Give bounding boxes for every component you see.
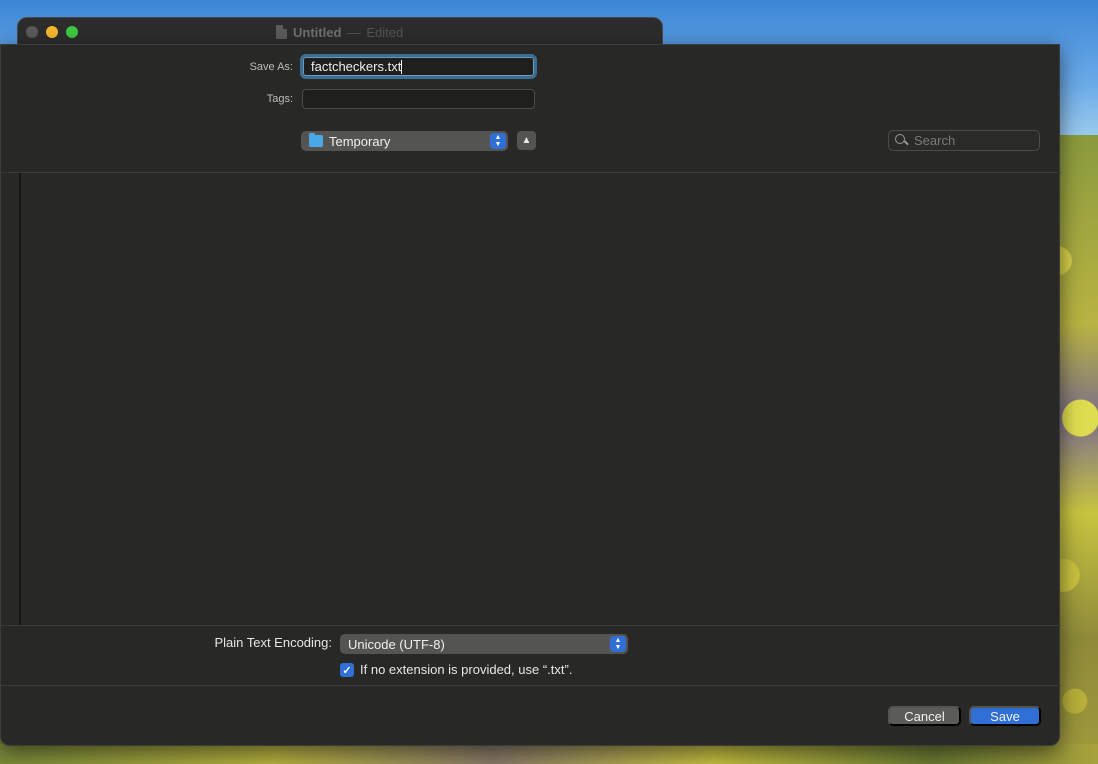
minimize-window-button[interactable] (46, 26, 58, 38)
cancel-button[interactable]: Cancel (888, 706, 961, 726)
tags-field[interactable] (302, 89, 535, 109)
save-as-value: factcheckers.txt (311, 59, 402, 74)
updown-chevron-icon: ▲ ▼ (490, 133, 506, 149)
encoding-value: Unicode (UTF-8) (348, 636, 445, 652)
window-title-separator: — (347, 24, 361, 40)
extension-checkbox[interactable]: ✓ (340, 663, 354, 677)
save-as-label: Save As: (249, 61, 293, 73)
file-browser[interactable] (1, 173, 1059, 625)
encoding-label: Plain Text Encoding: (214, 635, 332, 650)
options-divider (1, 685, 1061, 686)
save-as-field[interactable]: factcheckers.txt (300, 54, 537, 79)
location-popup[interactable]: Temporary ▲ ▼ (301, 131, 508, 151)
window-title-status: Edited (366, 24, 404, 40)
browser-column-divider[interactable] (19, 173, 21, 625)
search-input[interactable] (914, 133, 1024, 148)
window-title-name: Untitled (293, 24, 342, 40)
document-icon (276, 25, 287, 39)
save-dialog: Save As: factcheckers.txt Tags: Temporar… (0, 44, 1061, 746)
folder-icon (309, 133, 323, 147)
chevron-up-icon: ▲ (521, 135, 532, 146)
browser-bottom-divider (1, 625, 1061, 626)
extension-checkbox-label: If no extension is provided, use “.txt”. (360, 662, 573, 677)
search-icon (895, 134, 908, 147)
save-button[interactable]: Save (969, 706, 1041, 726)
text-caret (401, 59, 403, 74)
window-title: Untitled — Edited (276, 24, 403, 40)
desktop-wallpaper-bottom (0, 744, 1098, 764)
close-window-button[interactable] (26, 26, 38, 38)
checkmark-icon: ✓ (342, 664, 352, 677)
location-label: Temporary (329, 133, 391, 149)
updown-chevron-icon: ▲ ▼ (610, 636, 626, 652)
search-field[interactable] (888, 130, 1040, 151)
zoom-window-button[interactable] (66, 26, 78, 38)
encoding-popup[interactable]: Unicode (UTF-8) ▲ ▼ (340, 634, 628, 654)
tags-label: Tags: (266, 93, 293, 105)
expand-panel-button[interactable]: ▲ (517, 131, 536, 150)
